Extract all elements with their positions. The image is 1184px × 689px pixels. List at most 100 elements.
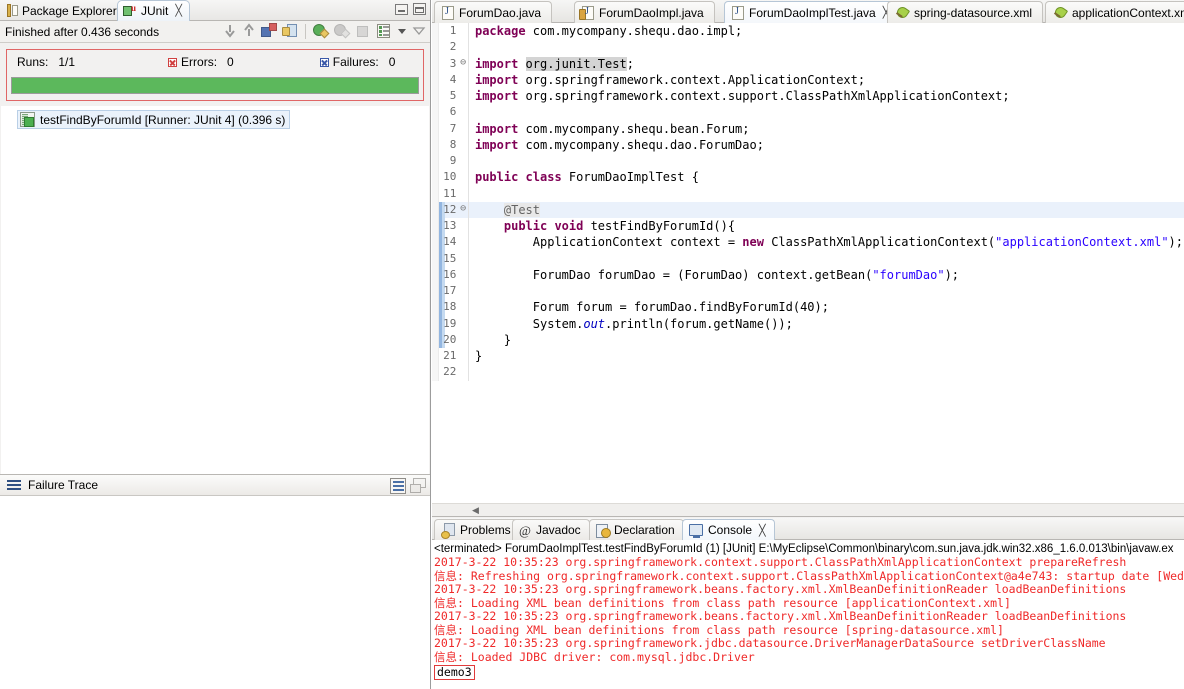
editor-tab-forumdaoimpl-java[interactable]: ForumDaoImpl.java [574,1,715,23]
view-window-buttons [395,3,426,15]
code-text: ForumDao forumDao = (ForumDao) context.g… [474,267,960,282]
junit-results-tree[interactable]: testFindByForumId [Runner: JUnit 4] (0.3… [1,106,429,474]
line-number: 3 [438,55,459,72]
rerun-test-icon[interactable] [313,23,330,39]
tab-package-explorer[interactable]: Package Explorer [2,0,124,21]
filter-stacktrace-icon[interactable] [390,478,406,494]
line-number: 21 [438,348,459,365]
runs-label: Runs: [17,55,49,69]
editor-tab-spring-datasource-xml[interactable]: spring-datasource.xml [887,1,1044,23]
console-output[interactable]: <terminated> ForumDaoImplTest.testFindBy… [432,540,1184,689]
junit-progress-bar [11,77,419,94]
close-icon[interactable]: ╳ [759,524,766,537]
fold-gutter [458,348,469,365]
failures-label: Failures: [332,55,379,69]
line-number: 19 [438,315,459,332]
code-line: 5 import org.springframework.context.supp… [432,88,1184,105]
console-log-line: 2017-3-22 10:35:23 org.springframework.j… [434,636,1106,650]
console-tab-problems[interactable]: Problems [434,519,520,540]
fold-gutter [458,331,469,348]
tab-label: Package Explorer [22,3,117,18]
failure-trace-header: Failure Trace [0,474,430,496]
tab-junit[interactable]: u JUnit ╳ [117,0,190,21]
editor-horizontal-scrollbar[interactable]: ◀ [432,503,1184,516]
junit-view-panel: Package Explorer u JUnit ╳ Finished afte… [0,0,431,689]
editor-tab-forumdaoimpltest-java[interactable]: ForumDaoImplTest.java╳ [724,1,901,23]
scroll-left-icon[interactable]: ◀ [470,505,481,516]
errors-badge-icon [168,57,178,67]
code-text: Forum forum = forumDao.findByForumId(40)… [474,300,829,315]
line-number: 11 [438,185,459,202]
fold-collapse-icon[interactable]: ⊖ [458,201,469,218]
code-line: 4 import org.springframework.context.Appl… [432,71,1184,88]
failures-counter: Failures: 0 [319,55,395,69]
minimize-view-icon[interactable] [412,23,426,39]
editor-tab-label: ForumDao.java [459,5,542,20]
console-icon [689,524,703,538]
code-text: } [474,349,483,363]
fold-gutter [458,315,469,332]
console-log-lines: 2017-3-22 10:35:23 org.springframework.c… [434,555,1184,664]
fold-gutter [458,364,469,381]
fold-gutter [458,250,469,267]
junit-icon: u [123,3,137,18]
code-line: 1 package com.mycompany.shequ.dao.impl; [432,23,1184,40]
view-menu-icon[interactable] [397,23,407,39]
editor-tab-forumdao-java[interactable]: ForumDao.java [434,1,553,23]
minimize-icon[interactable] [395,3,408,15]
editor-tab-applicationcontext-xml[interactable]: applicationContext.xml [1045,1,1184,23]
line-number: 10 [438,169,459,186]
fold-gutter [458,71,469,88]
code-line: 14 ApplicationContext context = new Clas… [432,234,1184,251]
fold-gutter [458,120,469,137]
code-editor[interactable]: 1 package com.mycompany.shequ.dao.impl; 2 3… [432,23,1184,517]
list-item[interactable]: testFindByForumId [Runner: JUnit 4] (0.3… [17,110,291,129]
editor-tab-label: spring-datasource.xml [914,5,1033,20]
java-file-icon [732,5,744,20]
show-failures-only-icon[interactable] [261,23,277,39]
failure-trace-menu-icon[interactable] [7,479,21,491]
console-program-output: demo3 [434,665,475,680]
junit-counters-box: Runs: 1/1 Errors: 0 Failures: 0 [6,49,424,101]
code-text: System.out.println(forum.getName()); [474,316,793,331]
rerun-failed-icon[interactable] [334,23,351,39]
code-line: 7 import com.mycompany.shequ.bean.Forum; [432,120,1184,137]
fold-gutter [458,299,469,316]
test-run-history-icon[interactable] [376,23,392,39]
maximize-icon[interactable] [413,3,426,15]
code-text [468,364,1184,380]
console-tab-javadoc[interactable]: @ Javadoc [512,519,590,540]
fold-collapse-icon[interactable]: ⊖ [458,55,469,72]
lock-scroll-icon[interactable] [282,23,298,39]
line-number: 15 [438,250,459,267]
console-tab-label: Console [708,523,753,537]
code-line: 11 [432,185,1184,202]
stop-icon[interactable] [355,23,371,39]
junit-toolbar-icons [223,23,426,39]
line-number: 2 [438,39,459,56]
code-line: 9 [432,153,1184,170]
fold-gutter [458,104,469,121]
errors-counter: Errors: 0 [168,55,234,69]
console-log-line: 2017-3-22 10:35:23 org.springframework.b… [434,582,1127,596]
code-text: } [474,332,512,347]
console-tab-console[interactable]: Console ╳ [682,519,775,540]
close-icon[interactable]: ╳ [175,5,182,17]
editor-tab-label: ForumDaoImpl.java [599,5,704,20]
fold-gutter [458,153,469,170]
next-failure-icon[interactable] [223,23,237,39]
test-result-label: testFindByForumId [Runner: JUnit 4] (0.3… [40,112,286,127]
previous-failure-icon[interactable] [242,23,256,39]
console-tab-declaration[interactable]: Declaration [589,519,684,540]
code-text [468,153,1184,169]
code-text [468,251,1184,267]
code-line: 22 [432,364,1184,381]
junit-status-text: Finished after 0.436 seconds [5,24,160,39]
code-text: public class ForumDaoImplTest { [474,170,699,185]
junit-toolbar: Finished after 0.436 seconds [0,21,430,43]
fold-gutter [458,169,469,186]
code-line: 6 [432,104,1184,121]
problems-icon [441,523,455,539]
code-line: 18 Forum forum = forumDao.findByForumId(… [432,299,1184,316]
maximize-pane-icon[interactable] [410,478,426,493]
